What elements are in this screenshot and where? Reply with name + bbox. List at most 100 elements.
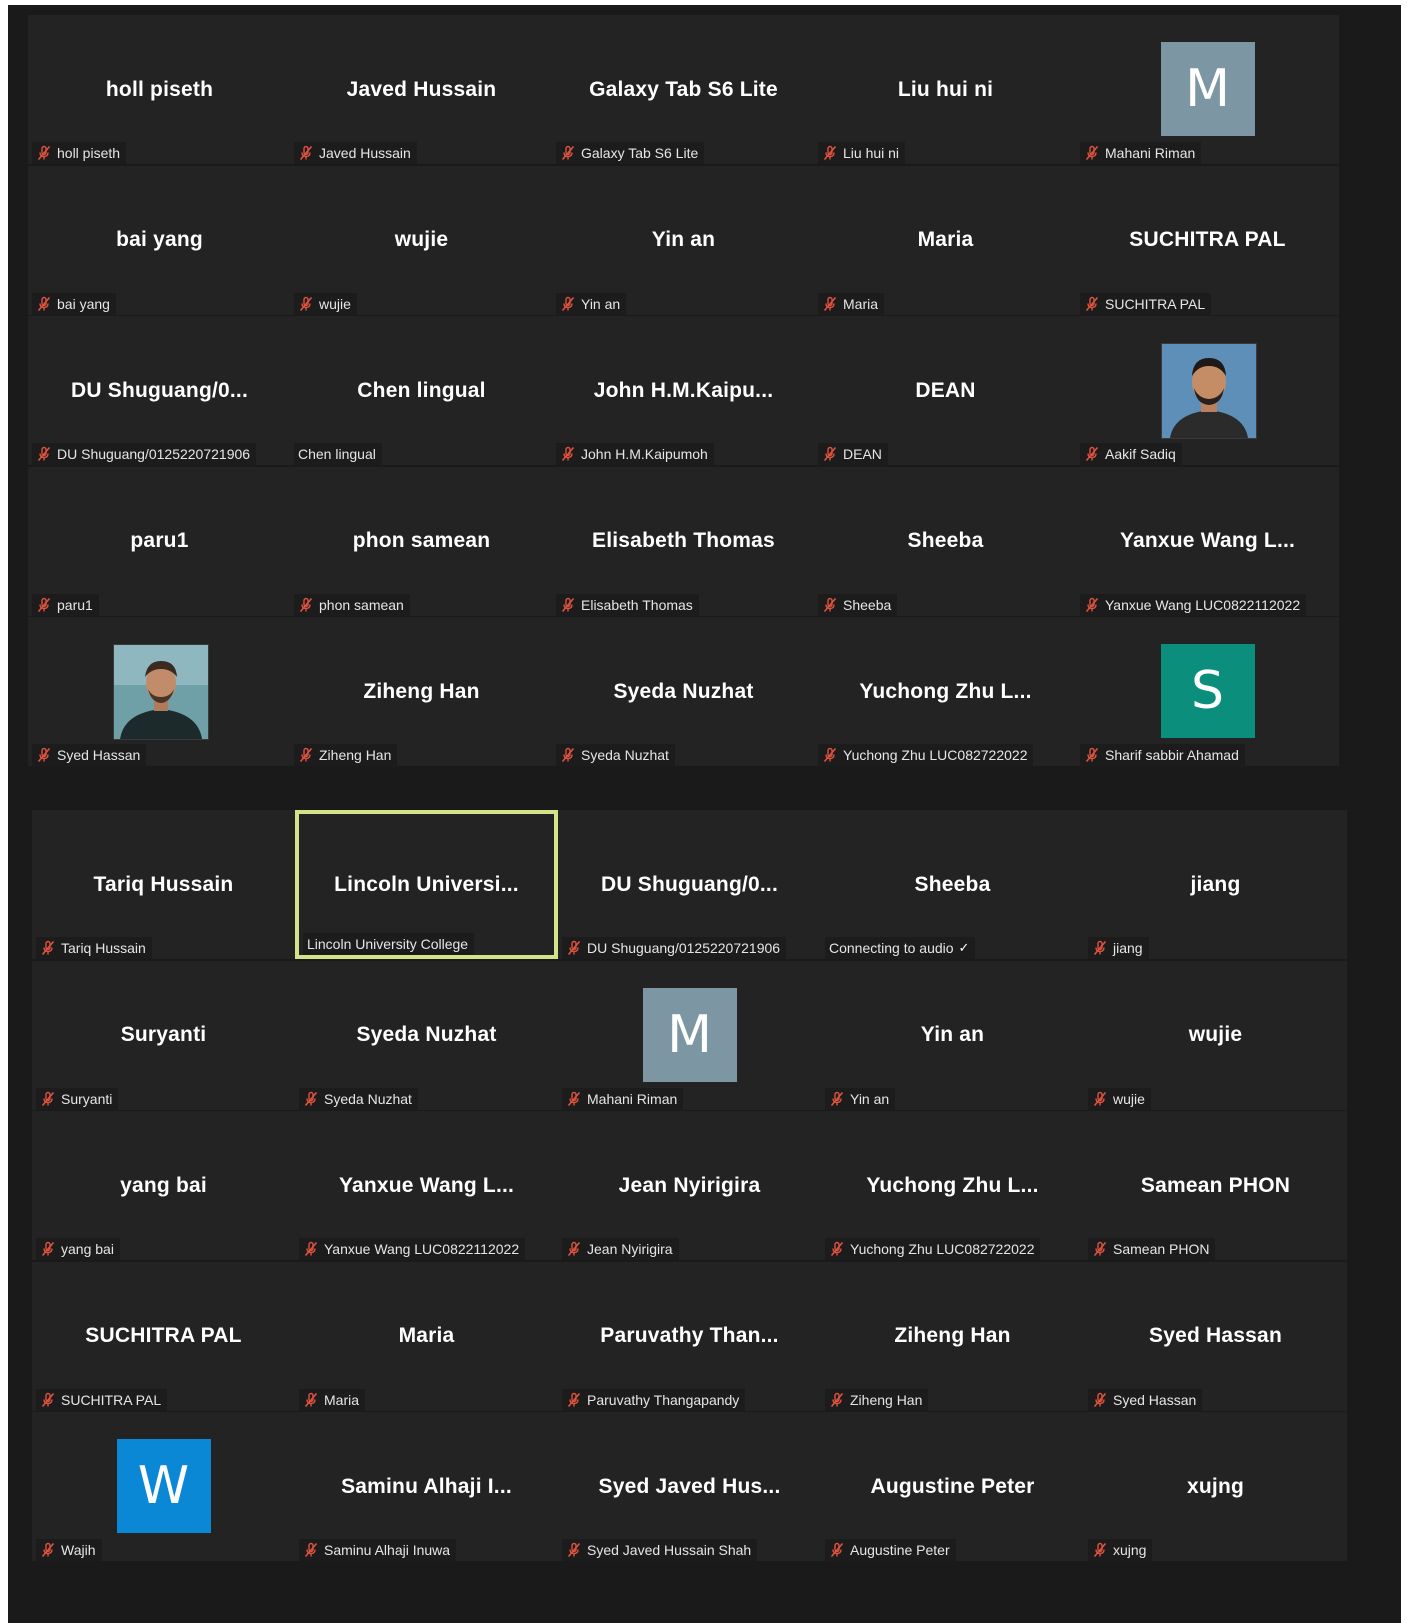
participant-tile-syeda-nuzhat[interactable]: Syeda Nuzhat Syeda Nuzhat	[295, 960, 558, 1110]
participant-tile-maria[interactable]: Maria Maria	[295, 1261, 558, 1411]
participant-tile-lincoln-university-college[interactable]: Lincoln Universi... Lincoln University Co…	[295, 810, 558, 959]
participant-tile-jiang[interactable]: jiang jiang	[1084, 810, 1347, 959]
participant-tile-yuchong-zhu-luc082722022[interactable]: Yuchong Zhu L... Yuchong Zhu LUC082722022	[814, 617, 1077, 766]
participant-name-text: Paruvathy Thangapandy	[587, 1391, 740, 1408]
participant-tile-du-shuguang-0125220721906[interactable]: DU Shuguang/0... DU Shuguang/012522072190…	[558, 810, 821, 959]
participant-tile-syeda-nuzhat[interactable]: Syeda Nuzhat Syeda Nuzhat	[552, 617, 815, 766]
participant-tile-suchitra-pal[interactable]: SUCHITRA PAL SUCHITRA PAL	[32, 1261, 295, 1411]
participant-name-label: Syeda Nuzhat	[556, 744, 675, 766]
participant-tile-yuchong-zhu-luc082722022[interactable]: Yuchong Zhu L... Yuchong Zhu LUC082722022	[821, 1111, 1084, 1260]
participant-name-label: Yuchong Zhu LUC082722022	[818, 744, 1034, 766]
participant-name-text: Augustine Peter	[850, 1542, 950, 1558]
participant-name-text: jiang	[1113, 940, 1143, 956]
participant-name-text: Yanxue Wang LUC0822112022	[324, 1241, 520, 1257]
participant-tile-xujng[interactable]: xujng xujng	[1084, 1412, 1347, 1561]
participant-name-text: John H.M.Kaipumoh	[581, 446, 708, 462]
microphone-muted-icon	[36, 597, 52, 613]
participant-name-label: wujie	[294, 292, 357, 315]
microphone-muted-icon	[822, 446, 838, 462]
participant-tile-wujie[interactable]: wujie wujie	[1084, 960, 1347, 1110]
participant-tile-chen-lingual[interactable]: Chen lingual Chen lingual	[290, 316, 553, 465]
participant-tile-phon-samean[interactable]: phon samean phon samean	[290, 466, 553, 616]
participant-tile-yanxue-wang-luc0822112022[interactable]: Yanxue Wang L... Yanxue Wang LUC082211202…	[1076, 466, 1339, 616]
participant-tile-holl-piseth[interactable]: holl piseth holl piseth	[28, 15, 291, 164]
participant-tile-bai-yang[interactable]: bai yang bai yang	[28, 165, 291, 315]
participant-tile-suryanti[interactable]: Suryanti Suryanti	[32, 960, 295, 1110]
participant-tile-yanxue-wang-luc0822112022[interactable]: Yanxue Wang L... Yanxue Wang LUC082211202…	[295, 1111, 558, 1260]
participant-tile-suchitra-pal[interactable]: SUCHITRA PAL SUCHITRA PAL	[1076, 165, 1339, 315]
participant-tile-connecting-to-audio[interactable]: Sheeba Connecting to audio ✓	[821, 810, 1084, 959]
participant-tile-yin-an[interactable]: Yin an Yin an	[821, 960, 1084, 1110]
participant-tile-wajih[interactable]: W Wajih	[32, 1412, 295, 1561]
microphone-muted-icon	[829, 1392, 845, 1408]
participant-name-label: xujng	[1088, 1539, 1153, 1561]
microphone-muted-icon	[298, 747, 314, 763]
microphone-muted-icon	[298, 597, 314, 613]
microphone-muted-icon	[36, 747, 52, 763]
participant-name-label: Sharif sabbir Ahamad	[1080, 744, 1245, 766]
participant-tile-javed-hussain[interactable]: Javed Hussain Javed Hussain	[290, 15, 553, 164]
participant-tile-saminu-alhaji-inuwa[interactable]: Saminu Alhaji I... Saminu Alhaji Inuwa	[295, 1412, 558, 1561]
participant-name-label: Samean PHON	[1088, 1238, 1216, 1260]
participant-tile-syed-hassan[interactable]: Syed Hassan	[28, 617, 291, 766]
participant-name-text: Mahani Riman	[1105, 145, 1196, 161]
microphone-muted-icon	[298, 296, 314, 312]
participant-name-text: xujng	[1113, 1542, 1147, 1558]
participant-tile-dean[interactable]: DEAN DEAN	[814, 316, 1077, 465]
participant-name-text: Galaxy Tab S6 Lite	[581, 145, 699, 161]
microphone-muted-icon	[1084, 747, 1100, 763]
microphone-muted-icon	[40, 1542, 56, 1558]
participant-tile-du-shuguang-0125220721906[interactable]: DU Shuguang/0... DU Shuguang/012522072190…	[28, 316, 291, 465]
participant-name-label: Mahani Riman	[1080, 142, 1202, 164]
microphone-muted-icon	[560, 296, 576, 312]
participant-tile-syed-javed-hussain-shah[interactable]: Syed Javed Hus... Syed Javed Hussain Shah	[558, 1412, 821, 1561]
participant-tile-samean-phon[interactable]: Samean PHON Samean PHON	[1084, 1111, 1347, 1260]
participant-tile-galaxy-tab-s6-lite[interactable]: Galaxy Tab S6 Lite Galaxy Tab S6 Lite	[552, 15, 815, 164]
participant-name-label: Syeda Nuzhat	[299, 1087, 418, 1110]
microphone-muted-icon	[303, 1542, 319, 1558]
microphone-muted-icon	[1084, 296, 1100, 312]
participant-tile-wujie[interactable]: wujie wujie	[290, 165, 553, 315]
microphone-muted-icon	[40, 1392, 56, 1408]
participant-tile-liu-hui-ni[interactable]: Liu hui ni Liu hui ni	[814, 15, 1077, 164]
participant-tile-ziheng-han[interactable]: Ziheng Han Ziheng Han	[290, 617, 553, 766]
participant-tile-elisabeth-thomas[interactable]: Elisabeth Thomas Elisabeth Thomas	[552, 466, 815, 616]
participant-tile-paru1[interactable]: paru1 paru1	[28, 466, 291, 616]
participant-name-text: Liu hui ni	[843, 145, 900, 161]
participant-tile-john-h-m-kaipumoh[interactable]: John H.M.Kaipu... John H.M.Kaipumoh	[552, 316, 815, 465]
participant-tile-sharif-sabbir-ahamad[interactable]: S Sharif sabbir Ahamad	[1076, 617, 1339, 766]
microphone-muted-icon	[1084, 597, 1100, 613]
microphone-muted-icon	[1092, 1392, 1108, 1408]
microphone-muted-icon	[1092, 1542, 1108, 1558]
participant-tile-sheeba[interactable]: Sheeba Sheeba	[814, 466, 1077, 616]
microphone-muted-icon	[566, 1392, 582, 1408]
participant-tile-ziheng-han[interactable]: Ziheng Han Ziheng Han	[821, 1261, 1084, 1411]
participant-tile-yin-an[interactable]: Yin an Yin an	[552, 165, 815, 315]
participant-name-text: Syed Hassan	[57, 747, 141, 763]
participant-tile-aakif-sadiq[interactable]: Aakif Sadiq	[1076, 316, 1339, 465]
microphone-muted-icon	[40, 1091, 56, 1107]
participant-name-label: phon samean	[294, 593, 410, 616]
avatar-initial: M	[1160, 42, 1255, 136]
participant-tile-syed-hassan[interactable]: Syed Hassan Syed Hassan	[1084, 1261, 1347, 1411]
participant-tile-mahani-riman[interactable]: M Mahani Riman	[558, 960, 821, 1110]
microphone-muted-icon	[1092, 1091, 1108, 1107]
participant-tile-tariq-hussain[interactable]: Tariq Hussain Tariq Hussain	[32, 810, 295, 959]
participant-tile-yang-bai[interactable]: yang bai yang bai	[32, 1111, 295, 1260]
participant-name-text: Syeda Nuzhat	[324, 1090, 412, 1107]
participant-tile-augustine-peter[interactable]: Augustine Peter Augustine Peter	[821, 1412, 1084, 1561]
participant-name-label: wujie	[1088, 1087, 1151, 1110]
participant-name-label: Ziheng Han	[294, 744, 398, 766]
participant-tile-maria[interactable]: Maria Maria	[814, 165, 1077, 315]
microphone-muted-icon	[1092, 1241, 1108, 1257]
microphone-muted-icon	[303, 1392, 319, 1408]
microphone-muted-icon	[40, 1241, 56, 1257]
participant-tile-mahani-riman[interactable]: M Mahani Riman	[1076, 15, 1339, 164]
participant-name-text: Maria	[324, 1391, 360, 1408]
avatar-initial: M	[642, 987, 737, 1082]
participant-name-text: Yanxue Wang LUC0822112022	[1105, 596, 1301, 613]
participant-name-text: holl piseth	[57, 145, 121, 161]
participant-tile-jean-nyirigira[interactable]: Jean Nyirigira Jean Nyirigira	[558, 1111, 821, 1260]
participant-name-text: SUCHITRA PAL	[61, 1391, 162, 1408]
participant-tile-paruvathy-thangapandy[interactable]: Paruvathy Than... Paruvathy Thangapandy	[558, 1261, 821, 1411]
